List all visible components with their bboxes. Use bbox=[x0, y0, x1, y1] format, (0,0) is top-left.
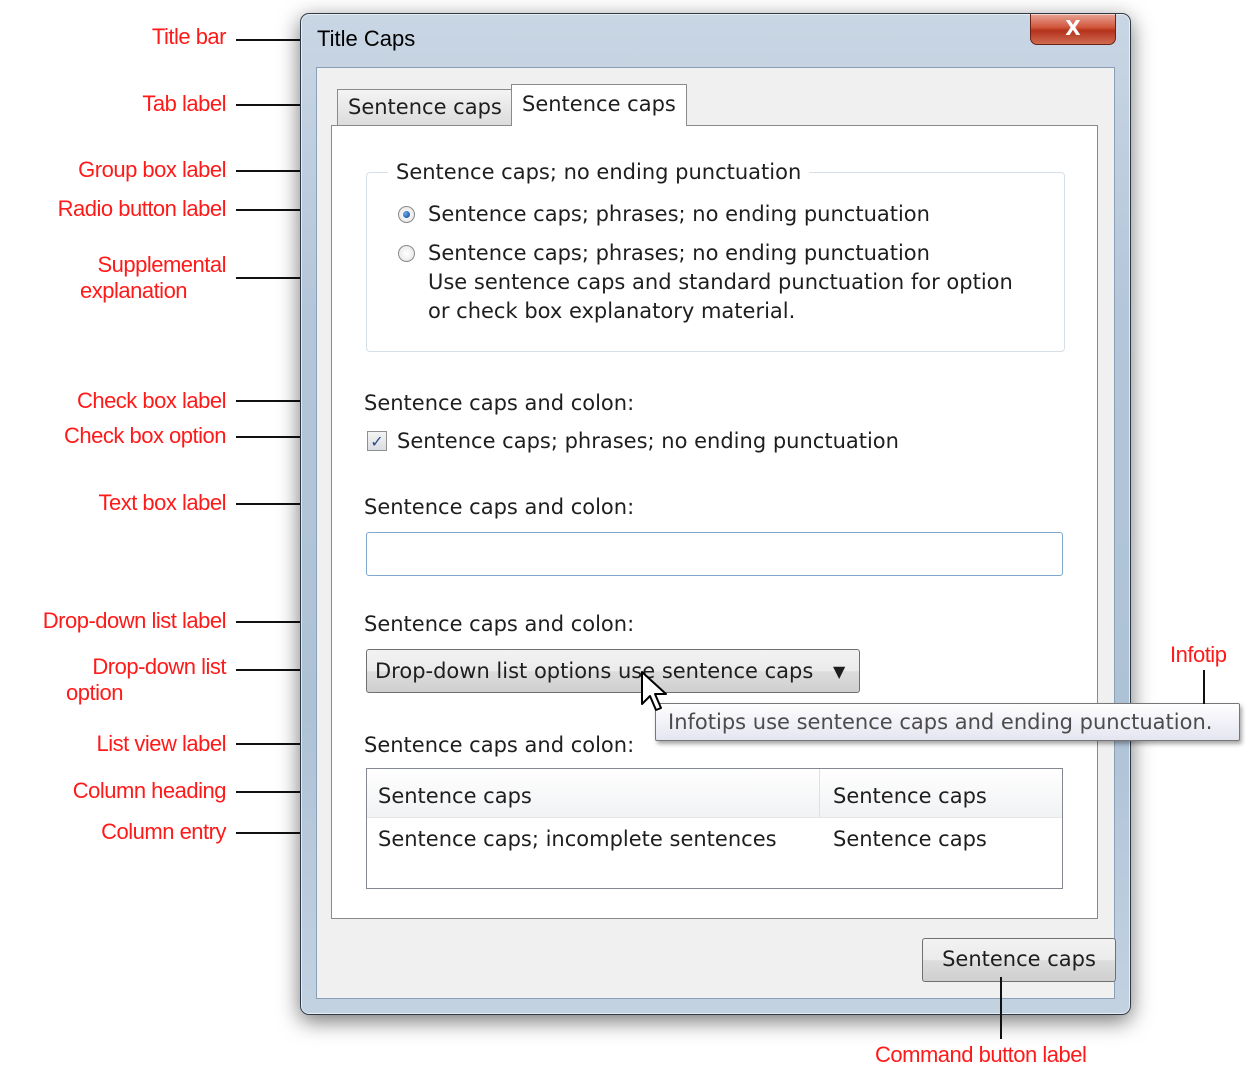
annotation-tab-label: Tab label bbox=[142, 91, 226, 116]
column-entry-1[interactable]: Sentence caps; incomplete sentences bbox=[378, 826, 777, 852]
tab-second[interactable]: Sentence caps bbox=[511, 84, 687, 126]
radio-button-2[interactable] bbox=[398, 245, 415, 262]
leader-line bbox=[1000, 977, 1002, 1039]
drop-down-label: Sentence caps and colon: bbox=[364, 612, 635, 636]
annotation-column-entry: Column entry bbox=[101, 819, 226, 844]
annotation-title-bar: Title bar bbox=[151, 24, 227, 49]
command-button-label: Sentence caps bbox=[942, 947, 1096, 971]
mouse-cursor-icon bbox=[641, 671, 667, 711]
tab-page: Sentence caps; no ending punctuation Sen… bbox=[331, 125, 1098, 919]
annotation-drop-down-option-2: option bbox=[66, 680, 123, 705]
drop-down-list[interactable]: Drop-down list options use sentence caps… bbox=[366, 649, 860, 693]
annotation-check-box-label: Check box label bbox=[76, 388, 227, 413]
annotation-drop-down-list-label: Drop-down list label bbox=[42, 608, 227, 633]
check-box-label[interactable]: Sentence caps; phrases; no ending punctu… bbox=[397, 428, 899, 454]
close-icon: X bbox=[1065, 16, 1081, 40]
annotation-drop-down-option-1: Drop-down list bbox=[92, 654, 226, 679]
dialog-window: Title Caps X Sentence caps Sentence caps… bbox=[300, 13, 1131, 1015]
annotation-supplemental-1: Supplemental bbox=[97, 252, 226, 277]
list-view[interactable]: Sentence caps Sentence caps Sentence cap… bbox=[366, 768, 1063, 889]
tab-label: Sentence caps bbox=[348, 95, 502, 119]
annotation-column-heading: Column heading bbox=[72, 778, 227, 803]
tab-label: Sentence caps bbox=[522, 92, 676, 116]
text-input[interactable] bbox=[366, 532, 1063, 576]
column-separator[interactable] bbox=[819, 769, 820, 817]
radio-label-2[interactable]: Sentence caps; phrases; no ending punctu… bbox=[428, 240, 930, 266]
command-button[interactable]: Sentence caps bbox=[922, 938, 1116, 982]
column-entry-2[interactable]: Sentence caps bbox=[833, 826, 987, 852]
radio-label-1[interactable]: Sentence caps; phrases; no ending punctu… bbox=[428, 201, 930, 227]
annotation-text-box-label: Text box label bbox=[98, 490, 226, 515]
annotation-radio-button-label: Radio button label bbox=[57, 196, 227, 221]
tab-first[interactable]: Sentence caps bbox=[337, 89, 513, 125]
annotation-command-button-label: Command button label bbox=[875, 1042, 1087, 1067]
window-title: Title Caps bbox=[317, 26, 416, 51]
drop-down-selected: Drop-down list options use sentence caps bbox=[375, 659, 814, 683]
infotip: Infotips use sentence caps and ending pu… bbox=[655, 703, 1240, 741]
annotation-supplemental-2: explanation bbox=[80, 278, 188, 303]
radio-button-1[interactable] bbox=[398, 206, 415, 223]
check-box-heading: Sentence caps and colon: bbox=[364, 391, 635, 415]
supplemental-explanation-2: or check box explanatory material. bbox=[428, 299, 796, 323]
leader-line bbox=[1203, 670, 1205, 704]
close-button[interactable]: X bbox=[1030, 14, 1116, 45]
annotation-group-box-label: Group box label bbox=[78, 157, 226, 182]
check-box[interactable]: ✓ bbox=[367, 431, 387, 451]
list-view-label: Sentence caps and colon: bbox=[364, 733, 635, 757]
annotation-check-box-option: Check box option bbox=[64, 423, 227, 448]
annotation-list-view-label: List view label bbox=[96, 731, 227, 756]
list-view-header: Sentence caps Sentence caps bbox=[367, 769, 1062, 818]
column-heading-2[interactable]: Sentence caps bbox=[833, 783, 987, 809]
chevron-down-icon: ▼ bbox=[833, 662, 846, 681]
text-box-label: Sentence caps and colon: bbox=[364, 495, 635, 519]
annotation-infotip: Infotip bbox=[1170, 642, 1227, 667]
supplemental-explanation-1: Use sentence caps and standard punctuati… bbox=[428, 270, 1013, 294]
checkmark-icon: ✓ bbox=[370, 432, 384, 451]
column-heading-1[interactable]: Sentence caps bbox=[378, 783, 532, 809]
dialog-client-area: Sentence caps Sentence caps Sentence cap… bbox=[316, 67, 1116, 999]
infotip-text: Infotips use sentence caps and ending pu… bbox=[668, 710, 1213, 734]
group-box-label: Sentence caps; no ending punctuation bbox=[388, 159, 810, 185]
